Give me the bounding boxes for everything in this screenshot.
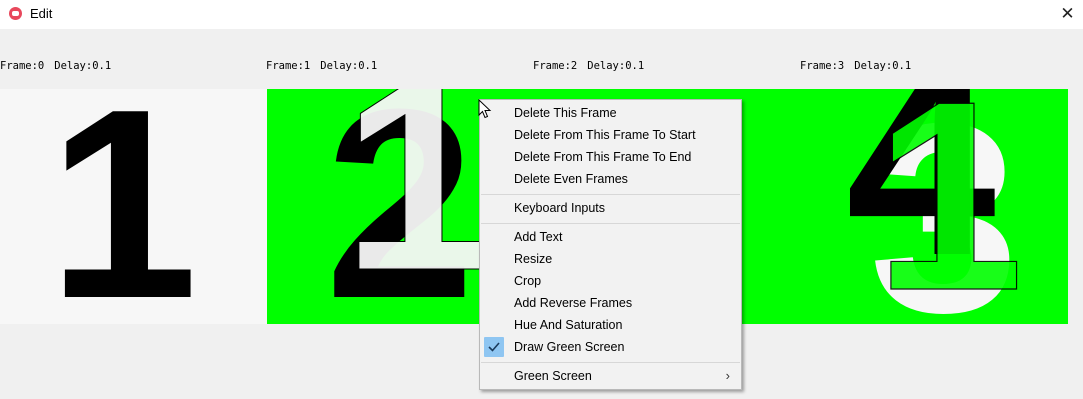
title-bar: Edit ✕ (0, 0, 1083, 29)
menu-separator (481, 223, 740, 224)
frame-number: Frame:2 (533, 60, 578, 72)
frame-label-0: Frame:0 Delay:0.1 (0, 60, 111, 72)
window-title: Edit (30, 6, 53, 21)
frame-digit-front: 1 (342, 89, 492, 324)
frame-delay: Delay:0.1 (320, 60, 378, 72)
check-icon (484, 337, 504, 357)
menu-item-delete-this-frame[interactable]: Delete This Frame (481, 102, 740, 124)
menu-item-crop[interactable]: Crop (481, 270, 740, 292)
frame-delay: Delay:0.1 (54, 60, 112, 72)
menu-item-green-screen-submenu[interactable]: Green Screen › (481, 365, 740, 387)
frame-delay: Delay:0.1 (587, 60, 645, 72)
frame-number: Frame:0 (0, 60, 45, 72)
frame-thumbnail-0[interactable]: 1 (0, 89, 267, 324)
close-icon[interactable]: ✕ (1052, 0, 1083, 29)
frame-digit: 1 (48, 89, 198, 324)
frame-label-1: Frame:1 Delay:0.1 (266, 60, 377, 72)
frame-number: Frame:1 (266, 60, 311, 72)
menu-item-delete-to-end[interactable]: Delete From This Frame To End (481, 146, 740, 168)
frame-digit-front: 1 (874, 89, 1024, 324)
frame-thumbnail-3[interactable]: 3 4 1 (801, 89, 1068, 324)
menu-item-delete-to-start[interactable]: Delete From This Frame To Start (481, 124, 740, 146)
frame-label-2: Frame:2 Delay:0.1 (533, 60, 644, 72)
menu-separator (481, 194, 740, 195)
menu-item-draw-green-screen[interactable]: Draw Green Screen (481, 336, 740, 358)
frame-label-3: Frame:3 Delay:0.1 (800, 60, 911, 72)
chevron-right-icon: › (725, 368, 730, 383)
app-logo-icon (9, 7, 22, 20)
mouse-cursor-icon (478, 99, 492, 119)
frame-context-menu: Delete This Frame Delete From This Frame… (479, 99, 742, 390)
menu-item-resize[interactable]: Resize (481, 248, 740, 270)
menu-separator (481, 362, 740, 363)
menu-item-add-text[interactable]: Add Text (481, 226, 740, 248)
menu-item-hue-saturation[interactable]: Hue And Saturation (481, 314, 740, 336)
menu-item-delete-even-frames[interactable]: Delete Even Frames (481, 168, 740, 190)
frame-delay: Delay:0.1 (854, 60, 912, 72)
menu-item-add-reverse-frames[interactable]: Add Reverse Frames (481, 292, 740, 314)
menu-item-keyboard-inputs[interactable]: Keyboard Inputs (481, 197, 740, 219)
frame-number: Frame:3 (800, 60, 845, 72)
